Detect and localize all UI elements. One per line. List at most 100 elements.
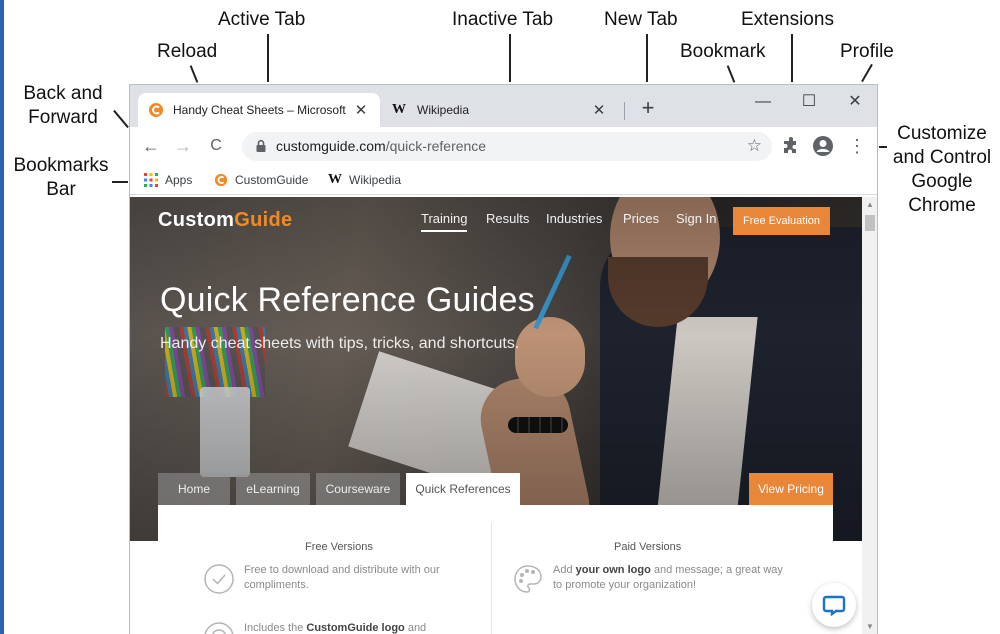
subtab-home[interactable]: Home: [158, 473, 230, 505]
tab-active[interactable]: Handy Cheat Sheets – Microsoft ✕: [138, 93, 380, 127]
url-domain: customguide.com: [276, 138, 386, 154]
label-back-forward-line2: Forward: [28, 107, 98, 128]
bookmark-customguide[interactable]: CustomGuide: [214, 172, 308, 188]
site-logo[interactable]: CustomGuide: [158, 209, 292, 232]
site-logo-prefix: Custom: [158, 209, 235, 231]
nav-prices[interactable]: Prices: [623, 211, 659, 226]
label-bookmarks-bar: Bookmarks Bar: [6, 154, 116, 202]
label-new-tab: New Tab: [604, 9, 678, 30]
leader-new-tab: [646, 34, 648, 82]
customguide-icon: [214, 173, 228, 187]
bookmarks-bar: Apps CustomGuide W Wikipedia: [130, 165, 877, 195]
leader-extensions: [791, 34, 793, 82]
window-close-button[interactable]: ✕: [840, 91, 870, 113]
label-customize-line4: Chrome: [908, 195, 976, 216]
label-customize-control: Customize and Control Google Chrome: [886, 122, 998, 218]
badge-circle-icon: [204, 622, 234, 634]
label-bookmarks-bar-line2: Bar: [46, 179, 76, 200]
tab-strip: Handy Cheat Sheets – Microsoft ✕ W Wikip…: [130, 85, 877, 127]
paid-versions-heading: Paid Versions: [614, 541, 682, 553]
paid-feature-logo-text: Add your own logo and message; a great w…: [553, 563, 792, 595]
customguide-icon: [149, 103, 163, 117]
label-profile: Profile: [840, 41, 894, 62]
nav-industries[interactable]: Industries: [546, 211, 602, 226]
hero-subtitle: Handy cheat sheets with tips, tricks, an…: [160, 335, 520, 352]
paid-feature-logo: Add your own logo and message; a great w…: [512, 563, 792, 595]
chat-button[interactable]: [812, 583, 856, 627]
customize-menu-button[interactable]: ⋮: [846, 135, 868, 157]
label-extensions: Extensions: [741, 9, 834, 30]
label-back-forward-line1: Back and: [23, 83, 103, 104]
subtab-elearning[interactable]: eLearning: [236, 473, 310, 505]
bookmark-customguide-label: CustomGuide: [235, 173, 309, 187]
url-path: /quick-reference: [385, 138, 487, 154]
tab-inactive-title: Wikipedia: [417, 103, 470, 117]
label-customize-line3: Google: [911, 171, 973, 192]
tab-close-icon[interactable]: ✕: [590, 101, 608, 119]
chat-bubble-icon: [822, 595, 846, 617]
bookmark-wikipedia-label: Wikipedia: [349, 173, 402, 187]
minimize-button[interactable]: —: [748, 91, 778, 113]
page-scrollbar[interactable]: ▲ ▼: [862, 197, 877, 634]
toolbar: ← → C customguide.com/quick-reference ☆ …: [130, 127, 877, 165]
address-bar[interactable]: customguide.com/quick-reference ☆: [242, 132, 772, 161]
site-logo-accent: Guide: [234, 209, 293, 231]
panel-divider: [491, 523, 492, 634]
page-viewport: CustomGuide Training Results Industries …: [130, 197, 862, 634]
leader-customize: [879, 146, 887, 148]
check-circle-icon: [204, 564, 234, 594]
hero-banner: CustomGuide Training Results Industries …: [130, 197, 862, 541]
label-back-forward: Back and Forward: [18, 82, 108, 130]
subtab-quick-references[interactable]: Quick References: [406, 473, 520, 505]
free-feature-logo-text-pre: Includes the: [244, 622, 307, 634]
paid-feature-logo-text-bold: your own logo: [575, 564, 651, 576]
nav-results[interactable]: Results: [486, 211, 529, 226]
label-customize-line1: Customize: [897, 123, 987, 144]
nav-sign-in[interactable]: Sign In: [676, 211, 716, 226]
bookmark-apps-label: Apps: [165, 173, 193, 187]
free-evaluation-button[interactable]: Free Evaluation: [733, 207, 830, 235]
label-bookmark: Bookmark: [680, 41, 766, 62]
nav-training[interactable]: Training: [421, 211, 468, 232]
back-button[interactable]: ←: [140, 135, 162, 157]
scroll-up-arrow-icon[interactable]: ▲: [866, 201, 874, 209]
scrollbar-thumb[interactable]: [865, 215, 875, 231]
leader-inactive-tab: [509, 34, 511, 82]
leader-active-tab: [267, 34, 269, 82]
browser-window: Handy Cheat Sheets – Microsoft ✕ W Wikip…: [129, 84, 878, 634]
apps-grid-icon: [144, 173, 158, 187]
forward-button[interactable]: →: [172, 135, 194, 157]
lock-icon: [256, 139, 266, 152]
scroll-down-arrow-icon[interactable]: ▼: [866, 623, 874, 631]
free-feature-logo-text: Includes the CustomGuide logo and: [244, 621, 426, 634]
extensions-puzzle-icon[interactable]: [782, 137, 800, 155]
tab-close-icon[interactable]: ✕: [352, 101, 370, 119]
leader-profile: [861, 63, 873, 83]
left-edge-stripe: [0, 0, 4, 634]
wikipedia-icon: W: [392, 102, 406, 117]
label-reload: Reload: [157, 41, 218, 62]
view-pricing-button[interactable]: View Pricing: [749, 473, 833, 505]
leader-reload: [189, 65, 199, 83]
subtab-courseware[interactable]: Courseware: [316, 473, 400, 505]
tab-inactive[interactable]: W Wikipedia ✕: [382, 93, 618, 127]
free-feature-logo-text-post: and: [404, 622, 427, 634]
leader-bookmarks-bar: [112, 181, 128, 183]
bookmark-wikipedia[interactable]: W Wikipedia: [328, 172, 401, 188]
label-bookmarks-bar-line1: Bookmarks: [13, 155, 109, 176]
profile-avatar-icon[interactable]: [812, 135, 834, 157]
new-tab-button[interactable]: +: [636, 97, 660, 121]
free-feature-logo: Includes the CustomGuide logo and: [203, 621, 473, 634]
maximize-button[interactable]: ☐: [794, 91, 824, 113]
tab-divider: [624, 102, 625, 120]
bookmark-apps[interactable]: Apps: [144, 172, 192, 188]
paid-feature-logo-text-pre: Add: [553, 564, 576, 576]
leader-bookmark: [726, 65, 736, 83]
bookmark-star-icon[interactable]: ☆: [747, 136, 762, 156]
wikipedia-icon: W: [328, 172, 342, 187]
reload-button[interactable]: C: [205, 135, 227, 157]
label-active-tab: Active Tab: [218, 9, 306, 30]
palette-icon: [514, 565, 542, 593]
tab-active-title: Handy Cheat Sheets – Microsoft: [173, 103, 346, 117]
free-feature-logo-text-bold: CustomGuide logo: [306, 622, 405, 634]
